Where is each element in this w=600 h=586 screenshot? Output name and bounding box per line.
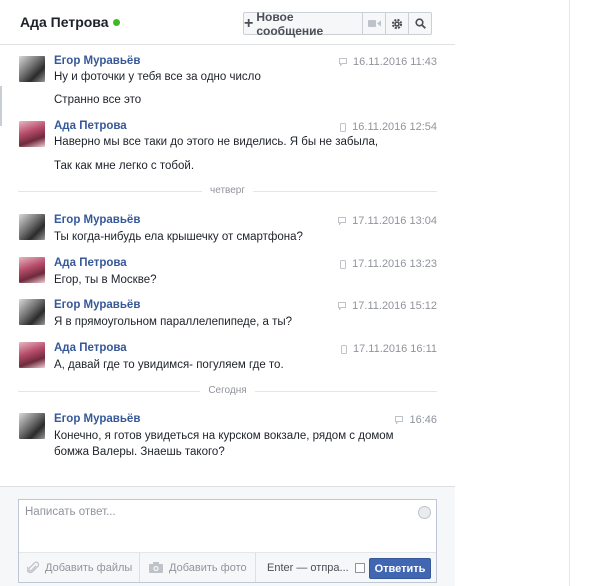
video-call-button[interactable] bbox=[362, 12, 386, 35]
send-reply-button[interactable]: Ответить bbox=[369, 558, 431, 579]
message-timestamp: 17.11.2016 13:23 bbox=[340, 258, 437, 270]
mobile-phone-icon bbox=[340, 122, 347, 132]
enter-to-send-option[interactable]: Enter — отпра... bbox=[267, 553, 365, 582]
add-photo-button[interactable]: Добавить фото bbox=[149, 553, 247, 582]
day-divider-label: Сегодня bbox=[200, 385, 255, 396]
add-files-button[interactable]: Добавить файлы bbox=[27, 553, 132, 582]
message-author[interactable]: Егор Муравьёв bbox=[54, 299, 140, 311]
message-timestamp: 16.11.2016 11:43 bbox=[338, 56, 437, 68]
header-toolbar: + Новое сообщение bbox=[243, 9, 432, 38]
day-divider: четверг bbox=[18, 185, 437, 197]
message-text: Конечно, я готов увидеться на курском во… bbox=[54, 430, 394, 458]
day-divider-label: четверг bbox=[202, 185, 253, 196]
reply-composer: Добавить файлы Добавить фото Enter — отп… bbox=[18, 499, 437, 583]
chat-bubble-icon bbox=[395, 416, 404, 424]
message-text: А, давай где то увидимся- погуляем где т… bbox=[54, 359, 284, 371]
paperclip-icon bbox=[27, 561, 39, 574]
emoji-icon[interactable] bbox=[418, 506, 431, 519]
composer-toolbar: Добавить файлы Добавить фото Enter — отп… bbox=[19, 552, 436, 582]
message-text: Так как мне легко с тобой. bbox=[54, 160, 195, 172]
message-author[interactable]: Ада Петрова bbox=[54, 342, 127, 354]
add-files-label: Добавить файлы bbox=[45, 561, 133, 574]
message-time: 17.11.2016 15:12 bbox=[352, 300, 437, 312]
message-author[interactable]: Егор Муравьёв bbox=[54, 214, 140, 226]
message-time: 16.11.2016 12:54 bbox=[352, 121, 437, 133]
message-time: 16.11.2016 11:43 bbox=[352, 56, 437, 68]
message-text: Ну и фоточки у тебя все за одно число bbox=[54, 71, 261, 83]
message-text: Ты когда-нибудь ела крышечку от смартфон… bbox=[54, 231, 303, 243]
search-button[interactable] bbox=[408, 12, 432, 35]
avatar[interactable] bbox=[19, 56, 45, 82]
new-message-label: Новое сообщение bbox=[256, 9, 324, 38]
conversation-header: Ада Петрова + Новое сообщение bbox=[0, 0, 455, 45]
message-timestamp: 16.11.2016 12:54 bbox=[340, 121, 437, 133]
gear-icon bbox=[391, 18, 403, 29]
day-divider: Сегодня bbox=[18, 385, 437, 397]
message-timestamp: 17.11.2016 16:11 bbox=[340, 343, 437, 355]
enter-to-send-label: Enter — отпра... bbox=[267, 561, 349, 574]
message-timestamp: 17.11.2016 13:04 bbox=[338, 215, 437, 227]
conversation-panel: Ада Петрова + Новое сообщение Егор Мурав… bbox=[0, 0, 455, 586]
mobile-phone-icon bbox=[340, 344, 347, 354]
chat-bubble-icon bbox=[338, 58, 347, 66]
settings-button[interactable] bbox=[385, 12, 409, 35]
message-time: 16:46 bbox=[409, 414, 437, 426]
mobile-phone-icon bbox=[340, 259, 347, 269]
panel-right-border bbox=[569, 0, 570, 586]
message-time: 17.11.2016 13:23 bbox=[352, 258, 437, 270]
plus-icon: + bbox=[244, 14, 254, 32]
avatar[interactable] bbox=[19, 413, 45, 439]
message-author[interactable]: Ада Петрова bbox=[54, 120, 127, 132]
avatar[interactable] bbox=[19, 299, 45, 325]
message-list: Егор Муравьёв 16.11.2016 11:43 Ну и фото… bbox=[0, 46, 455, 486]
camera-icon bbox=[149, 562, 163, 573]
video-camera-icon bbox=[367, 20, 381, 27]
message-time: 17.11.2016 13:04 bbox=[352, 215, 437, 227]
message-author[interactable]: Ада Петрова bbox=[54, 257, 127, 269]
avatar[interactable] bbox=[19, 121, 45, 147]
message-text: Егор, ты в Москве? bbox=[54, 274, 157, 286]
online-status-icon bbox=[113, 19, 120, 26]
conversation-title[interactable]: Ада Петрова bbox=[20, 14, 109, 30]
message-time: 17.11.2016 16:11 bbox=[352, 343, 437, 355]
chat-bubble-icon bbox=[338, 217, 347, 225]
avatar[interactable] bbox=[19, 257, 45, 283]
avatar[interactable] bbox=[19, 342, 45, 368]
message-text: Странно все это bbox=[54, 94, 142, 106]
reply-input[interactable] bbox=[25, 506, 405, 546]
message-author[interactable]: Егор Муравьёв bbox=[54, 413, 140, 425]
message-timestamp: 17.11.2016 15:12 bbox=[338, 300, 437, 312]
search-icon bbox=[414, 18, 426, 29]
message-timestamp: 16:46 bbox=[395, 414, 437, 426]
message-author[interactable]: Егор Муравьёв bbox=[54, 55, 140, 67]
new-message-button[interactable]: + Новое сообщение bbox=[243, 9, 363, 38]
add-photo-label: Добавить фото bbox=[169, 561, 247, 574]
avatar[interactable] bbox=[19, 214, 45, 240]
message-text: Я в прямоугольном параллелепипеде, а ты? bbox=[54, 316, 293, 328]
enter-to-send-checkbox[interactable] bbox=[354, 562, 365, 573]
chat-bubble-icon bbox=[338, 302, 347, 310]
message-text: Наверно мы все таки до этого не виделись… bbox=[54, 136, 379, 148]
